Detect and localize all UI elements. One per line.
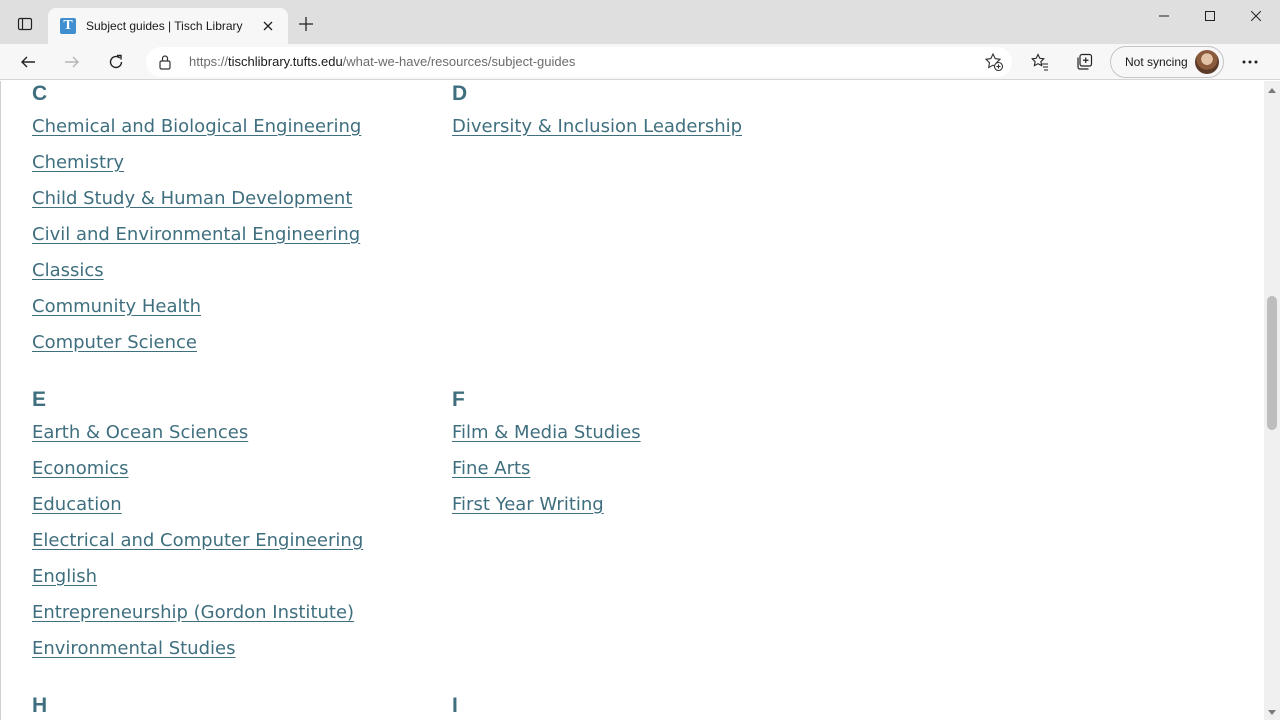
scroll-down-button[interactable] xyxy=(1264,706,1280,720)
avatar xyxy=(1195,50,1219,74)
subject-link[interactable]: Chemical and Biological Engineering xyxy=(32,116,361,152)
back-button[interactable] xyxy=(12,46,44,78)
letter-group-e: E Earth & Ocean Sciences Economics Educa… xyxy=(32,388,363,674)
section-letter: I xyxy=(452,694,459,717)
letter-group-i: I xyxy=(452,694,458,720)
letter-group-d: D Diversity & Inclusion Leadership xyxy=(452,82,742,152)
subject-link[interactable]: Chemistry xyxy=(32,152,361,188)
tab-actions-icon xyxy=(17,17,33,31)
tab-close-button[interactable] xyxy=(258,16,278,36)
tab-strip: T Subject guides | Tisch Library xyxy=(0,0,1280,44)
star-add-icon[interactable] xyxy=(984,52,1004,72)
browser-toolbar: https://tischlibrary.tufts.edu/what-we-h… xyxy=(0,44,1280,80)
section-letter: E xyxy=(32,388,47,411)
subject-link[interactable]: Entrepreneurship (Gordon Institute) xyxy=(32,602,363,638)
arrow-right-icon xyxy=(65,56,79,68)
more-dots-icon xyxy=(1242,60,1258,64)
url-text: https://tischlibrary.tufts.edu/what-we-h… xyxy=(189,54,576,69)
subject-link[interactable]: Classics xyxy=(32,260,361,296)
section-letter: D xyxy=(452,82,468,105)
section-letter: H xyxy=(32,694,48,717)
tab-actions-button[interactable] xyxy=(8,9,42,39)
subject-link[interactable]: Education xyxy=(32,494,363,530)
maximize-icon xyxy=(1205,11,1215,21)
subject-link[interactable]: Film & Media Studies xyxy=(452,422,641,458)
window-close-button[interactable] xyxy=(1233,0,1279,32)
subject-link[interactable]: Community Health xyxy=(32,296,361,332)
letter-group-h: H xyxy=(32,694,48,720)
close-icon xyxy=(263,21,273,31)
letter-group-f: F Film & Media Studies Fine Arts First Y… xyxy=(452,388,641,530)
collections-button[interactable] xyxy=(1068,46,1100,78)
letter-group-c: C Chemical and Biological Engineering Ch… xyxy=(32,82,361,368)
subject-link[interactable]: First Year Writing xyxy=(452,494,641,530)
lock-icon xyxy=(159,55,171,70)
section-letter: F xyxy=(452,388,466,411)
subject-link[interactable]: Electrical and Computer Engineering xyxy=(32,530,363,566)
minimize-button[interactable] xyxy=(1141,0,1187,32)
new-tab-button[interactable] xyxy=(294,12,318,36)
subject-link[interactable]: Fine Arts xyxy=(452,458,641,494)
tisch-favicon-icon: T xyxy=(60,18,76,34)
profile-sync-button[interactable]: Not syncing xyxy=(1110,46,1224,78)
subject-guides-page: C Chemical and Biological Engineering Ch… xyxy=(0,81,1264,720)
favorites-star-icon xyxy=(1031,53,1048,71)
arrow-left-icon xyxy=(21,56,35,68)
active-tab[interactable]: T Subject guides | Tisch Library xyxy=(48,8,288,44)
subject-link[interactable]: English xyxy=(32,566,363,602)
caret-up-icon xyxy=(1268,88,1276,93)
sync-status-label: Not syncing xyxy=(1125,55,1188,69)
tab-title: Subject guides | Tisch Library xyxy=(86,19,243,33)
subject-link[interactable]: Civil and Environmental Engineering xyxy=(32,224,361,260)
subject-link[interactable]: Child Study & Human Development xyxy=(32,188,361,224)
subject-link[interactable]: Computer Science xyxy=(32,332,361,368)
refresh-button[interactable] xyxy=(100,46,132,78)
subject-link[interactable]: Economics xyxy=(32,458,363,494)
address-bar[interactable]: https://tischlibrary.tufts.edu/what-we-h… xyxy=(146,47,1012,77)
scrollbar-thumb[interactable] xyxy=(1267,296,1277,430)
plus-icon xyxy=(299,17,313,31)
minimize-icon xyxy=(1159,15,1169,17)
close-icon xyxy=(1251,11,1261,21)
forward-button[interactable] xyxy=(56,46,88,78)
section-letter: C xyxy=(32,82,48,105)
favorites-button[interactable] xyxy=(1024,46,1056,78)
maximize-button[interactable] xyxy=(1187,0,1233,32)
settings-menu-button[interactable] xyxy=(1234,46,1266,78)
subject-link[interactable]: Diversity & Inclusion Leadership xyxy=(452,116,742,152)
scroll-up-button[interactable] xyxy=(1264,83,1280,97)
refresh-icon xyxy=(109,54,123,69)
subject-link[interactable]: Earth & Ocean Sciences xyxy=(32,422,363,458)
subject-link[interactable]: Environmental Studies xyxy=(32,638,363,674)
vertical-scrollbar[interactable] xyxy=(1264,81,1280,720)
caret-down-icon xyxy=(1268,710,1276,715)
collections-icon xyxy=(1077,53,1093,70)
